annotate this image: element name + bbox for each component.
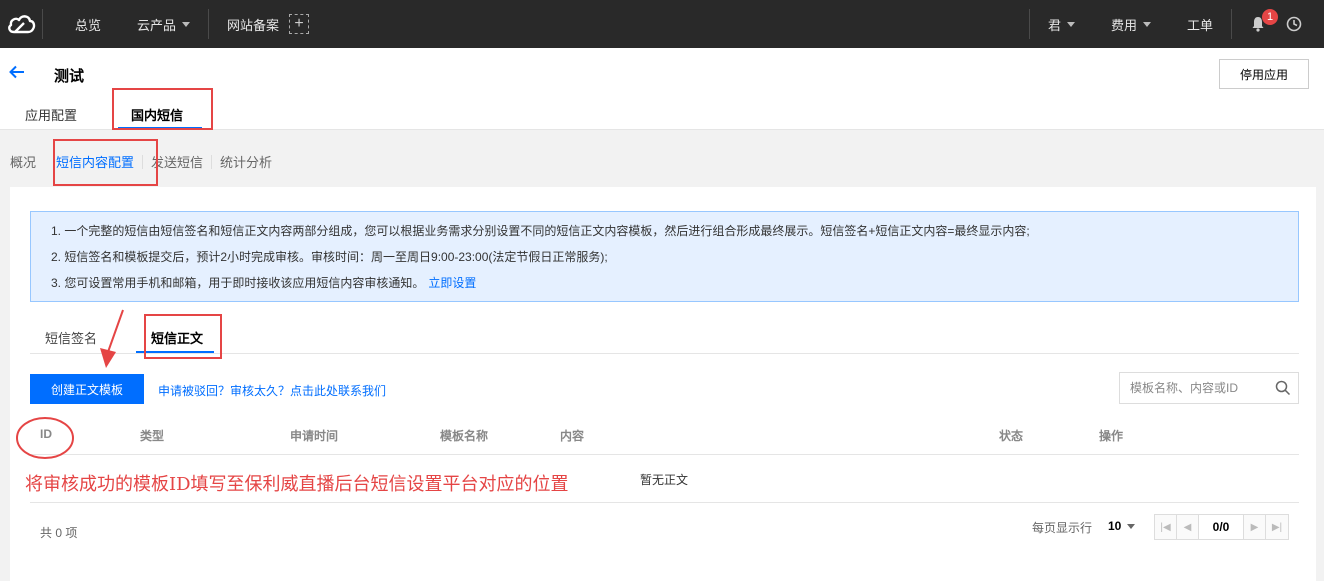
per-page-label: 每页显示行: [1032, 521, 1093, 535]
divider: [211, 154, 213, 169]
prev-page-icon[interactable]: ◀: [1177, 515, 1199, 539]
page-title: 测试: [54, 68, 85, 85]
subnav-sms-content-config[interactable]: 短信内容配置: [56, 152, 134, 171]
chevron-down-icon: [1066, 21, 1075, 27]
nav-tickets-label: 工单: [1186, 17, 1213, 33]
first-page-icon[interactable]: |◀: [1155, 515, 1177, 539]
nav-icp-filing[interactable]: 网站备案 +: [209, 0, 327, 48]
nav-billing[interactable]: 费用: [1093, 0, 1169, 48]
subnav-statistics[interactable]: 统计分析: [220, 152, 272, 171]
nav-overview-label: 总览: [75, 17, 102, 33]
active-tab-indicator: [136, 351, 214, 353]
column-content[interactable]: 内容: [560, 427, 584, 444]
active-tab-indicator: [118, 127, 202, 129]
subnav-overview[interactable]: 概况: [10, 152, 36, 171]
sub-navigation: 概况 短信内容配置 发送短信 统计分析: [0, 152, 272, 171]
chevron-down-icon[interactable]: [1127, 524, 1135, 529]
tab-divider: [30, 353, 1299, 354]
column-type[interactable]: 类型: [140, 427, 164, 444]
table-header: ID 类型 申请时间 模板名称 内容 状态 操作: [30, 419, 1299, 455]
search-input[interactable]: [1120, 373, 1270, 403]
history-button[interactable]: [1276, 0, 1324, 48]
search-icon[interactable]: [1275, 380, 1291, 396]
set-now-link[interactable]: 立即设置: [428, 276, 476, 290]
nav-overview[interactable]: 总览: [43, 0, 119, 48]
notification-badge: 1: [1262, 9, 1278, 25]
content-panel: 1. 一个完整的短信由短信签名和短信正文内容两部分组成，您可以根据业务需求分别设…: [10, 187, 1316, 581]
table-footer-divider: [30, 502, 1299, 503]
divider: [142, 154, 144, 169]
pagination: |◀ ◀ 0/0 ▶ ▶|: [1154, 514, 1289, 540]
page-header: 测试 停用应用 应用配置 国内短信: [0, 48, 1324, 130]
empty-state-text: 暂无正文: [640, 473, 689, 487]
nav-billing-label: 费用: [1110, 17, 1137, 33]
info-notice: 1. 一个完整的短信由短信签名和短信正文内容两部分组成，您可以根据业务需求分别设…: [30, 211, 1299, 302]
tab-sms-body[interactable]: 短信正文: [151, 328, 203, 347]
nav-icp-filing-label: 网站备案: [227, 17, 280, 33]
notifications-button[interactable]: 1: [1232, 0, 1278, 48]
total-count: 共 0 项: [40, 526, 78, 540]
column-actions[interactable]: 操作: [1099, 427, 1123, 444]
per-page-select[interactable]: 10: [1108, 519, 1121, 533]
nav-tickets[interactable]: 工单: [1169, 0, 1231, 48]
notice-line: 2. 短信签名和模板提交后，预计2小时完成审核。审核时间：周一至周日9:00-2…: [51, 250, 608, 264]
nav-user-label: 君: [1047, 17, 1061, 33]
nav-cloud-products[interactable]: 云产品: [119, 0, 208, 48]
column-status[interactable]: 状态: [999, 427, 1023, 444]
last-page-icon[interactable]: ▶|: [1266, 515, 1288, 539]
subnav-send-sms[interactable]: 发送短信: [151, 152, 203, 171]
notice-line: 3. 您可设置常用手机和邮箱，用于即时接收该应用短信内容审核通知。 立即设置: [51, 274, 1278, 300]
search-box: [1119, 372, 1299, 404]
column-template-name[interactable]: 模板名称: [440, 427, 488, 444]
notice-line-text: 3. 您可设置常用手机和邮箱，用于即时接收该应用短信内容审核通知。: [51, 276, 425, 290]
tab-app-config[interactable]: 应用配置: [25, 105, 77, 124]
next-page-icon[interactable]: ▶: [1244, 515, 1266, 539]
plus-icon[interactable]: +: [289, 14, 310, 34]
column-apply-time[interactable]: 申请时间: [290, 427, 338, 444]
annotation-circle: [16, 417, 74, 459]
chevron-down-icon: [182, 21, 191, 27]
chevron-down-icon: [1142, 21, 1151, 27]
notice-line: 1. 一个完整的短信由短信签名和短信正文内容两部分组成，您可以根据业务需求分别设…: [51, 224, 1030, 238]
clock-icon: [1286, 16, 1302, 32]
contact-us-link[interactable]: 申请被驳回？审核太久？点击此处联系我们: [158, 382, 386, 399]
tab-domestic-sms[interactable]: 国内短信: [131, 105, 183, 124]
nav-user-menu[interactable]: 君: [1030, 0, 1093, 48]
stop-app-button[interactable]: 停用应用: [1219, 59, 1309, 89]
create-template-button[interactable]: 创建正文模板: [30, 374, 144, 404]
tab-sms-signature[interactable]: 短信签名: [45, 328, 97, 347]
page-indicator: 0/0: [1199, 515, 1244, 539]
annotation-arrow-icon: [100, 309, 124, 368]
back-arrow-icon[interactable]: [8, 63, 26, 85]
top-navbar: 总览 云产品 网站备案 + 君 费用 工单 1: [0, 0, 1324, 48]
cloud-logo-icon[interactable]: [0, 0, 42, 48]
nav-cloud-products-label: 云产品: [137, 17, 177, 33]
annotation-text: 将审核成功的模板ID填写至保利威直播后台短信设置平台对应的位置: [25, 474, 569, 495]
